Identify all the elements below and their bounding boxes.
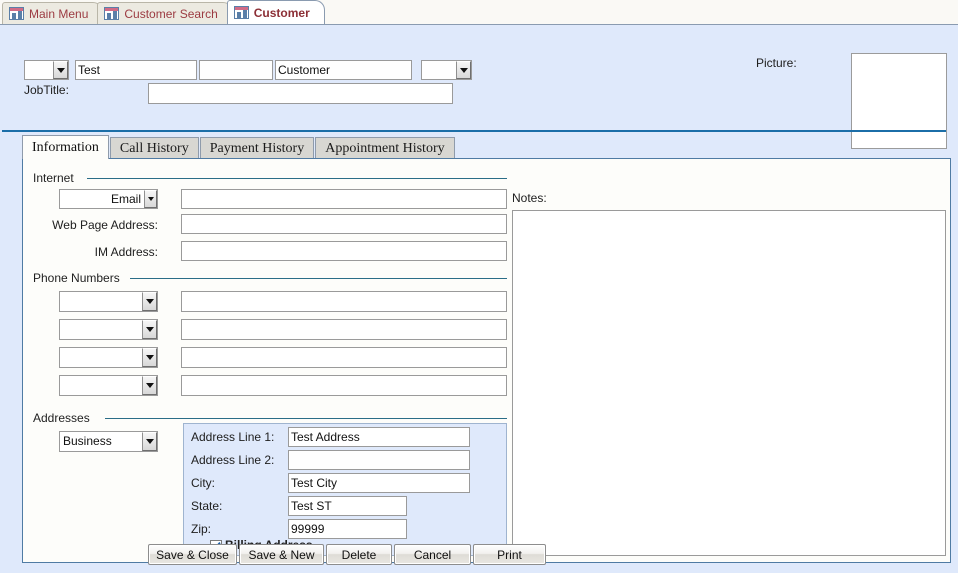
chevron-down-icon[interactable] <box>456 61 471 79</box>
addresses-group-label: Addresses <box>33 411 90 425</box>
chevron-down-icon[interactable] <box>53 61 68 79</box>
button-label: Save & New <box>248 548 314 562</box>
picture-label: Picture: <box>756 56 797 70</box>
suffix-combo-value <box>422 61 456 79</box>
save-and-close-button[interactable]: Save & Close <box>148 544 237 565</box>
address-line-1-input[interactable]: Test Address <box>288 427 470 447</box>
web-page-address-label: Web Page Address: <box>37 218 158 232</box>
city-input[interactable]: Test City <box>288 473 470 493</box>
document-tab-main-menu[interactable]: Main Menu <box>2 2 103 24</box>
address-line-2-label: Address Line 2: <box>191 453 274 467</box>
address-detail-panel: Address Line 1: Test Address Address Lin… <box>183 423 507 556</box>
chevron-down-icon[interactable] <box>142 320 157 339</box>
title-combo[interactable] <box>24 60 69 80</box>
notes-textarea[interactable] <box>512 210 946 556</box>
phone-number-input-3[interactable] <box>181 347 507 368</box>
picture-frame[interactable] <box>851 53 947 149</box>
print-button[interactable]: Print <box>473 544 546 565</box>
email-input[interactable] <box>181 189 507 209</box>
notes-label: Notes: <box>512 191 547 205</box>
tab-label: Appointment History <box>325 141 444 157</box>
last-name-input[interactable]: Customer <box>275 60 412 80</box>
chevron-down-icon[interactable] <box>142 376 157 395</box>
jobtitle-label: JobTitle: <box>24 83 69 97</box>
phone-numbers-group-line <box>130 278 507 279</box>
form-body: Test Customer JobTitle: Picture: Informa… <box>0 25 958 573</box>
phone-type-combo-1[interactable] <box>59 291 158 312</box>
phone-number-input-1[interactable] <box>181 291 507 312</box>
im-address-label: IM Address: <box>37 245 158 259</box>
tab-label: Call History <box>120 141 189 157</box>
document-tab-list: Main Menu Customer Search Customer <box>2 0 319 24</box>
tab-information[interactable]: Information <box>22 135 109 159</box>
button-label: Delete <box>342 548 377 562</box>
zip-input[interactable]: 99999 <box>288 519 407 539</box>
form-icon <box>234 6 249 19</box>
document-tab-label: Customer <box>254 6 310 20</box>
tab-call-history[interactable]: Call History <box>110 137 199 159</box>
document-tab-label: Main Menu <box>29 7 88 21</box>
phone-numbers-group-label: Phone Numbers <box>33 271 120 285</box>
middle-name-input[interactable] <box>199 60 273 80</box>
city-label: City: <box>191 476 215 490</box>
tab-label: Information <box>32 140 99 156</box>
suffix-combo[interactable] <box>421 60 472 80</box>
chevron-down-icon[interactable] <box>142 292 157 311</box>
form-icon <box>9 7 24 20</box>
internet-group-label: Internet <box>33 171 74 185</box>
phone-type-combo-value <box>60 320 142 339</box>
title-combo-value <box>25 61 53 79</box>
state-label: State: <box>191 499 222 513</box>
save-and-new-button[interactable]: Save & New <box>239 544 324 565</box>
phone-type-combo-value <box>60 292 142 311</box>
phone-number-input-2[interactable] <box>181 319 507 340</box>
form-icon <box>104 7 119 20</box>
zip-label: Zip: <box>191 522 211 536</box>
button-label: Save & Close <box>156 548 229 562</box>
tab-appointment-history[interactable]: Appointment History <box>315 137 454 159</box>
addresses-group-line <box>105 418 507 419</box>
address-type-combo-value: Business <box>60 432 142 451</box>
chevron-down-icon[interactable] <box>144 190 157 208</box>
phone-type-combo-2[interactable] <box>59 319 158 340</box>
button-label: Print <box>497 548 522 562</box>
document-tab-customer-search[interactable]: Customer Search <box>97 2 232 24</box>
chevron-down-icon[interactable] <box>142 348 157 367</box>
im-address-input[interactable] <box>181 241 507 261</box>
header-divider <box>2 130 946 132</box>
state-input[interactable]: Test ST <box>288 496 407 516</box>
phone-number-input-4[interactable] <box>181 375 507 396</box>
address-line-1-label: Address Line 1: <box>191 430 274 444</box>
form-tab-strip: Information Call History Payment History… <box>22 135 456 159</box>
phone-type-combo-4[interactable] <box>59 375 158 396</box>
jobtitle-input[interactable] <box>148 83 453 104</box>
tab-content-panel: Internet Email Web Page Address: IM Addr… <box>22 158 951 563</box>
document-tab-bar: Main Menu Customer Search Customer <box>0 0 958 25</box>
delete-button[interactable]: Delete <box>326 544 392 565</box>
access-customer-form-window: Main Menu Customer Search Customer Test … <box>0 0 958 573</box>
chevron-down-icon[interactable] <box>142 432 157 451</box>
address-line-2-input[interactable] <box>288 450 470 470</box>
email-type-combo-value: Email <box>60 190 144 208</box>
phone-type-combo-value <box>60 376 142 395</box>
email-type-combo[interactable]: Email <box>59 189 158 209</box>
first-name-input[interactable]: Test <box>75 60 197 80</box>
web-page-address-input[interactable] <box>181 214 507 234</box>
document-tab-customer[interactable]: Customer <box>227 0 325 24</box>
internet-group-line <box>87 178 507 179</box>
phone-type-combo-3[interactable] <box>59 347 158 368</box>
address-type-combo[interactable]: Business <box>59 431 158 452</box>
phone-type-combo-value <box>60 348 142 367</box>
document-tab-label: Customer Search <box>124 7 217 21</box>
tab-payment-history[interactable]: Payment History <box>200 137 315 159</box>
tab-label: Payment History <box>210 141 305 157</box>
button-label: Cancel <box>414 548 451 562</box>
cancel-button[interactable]: Cancel <box>394 544 471 565</box>
